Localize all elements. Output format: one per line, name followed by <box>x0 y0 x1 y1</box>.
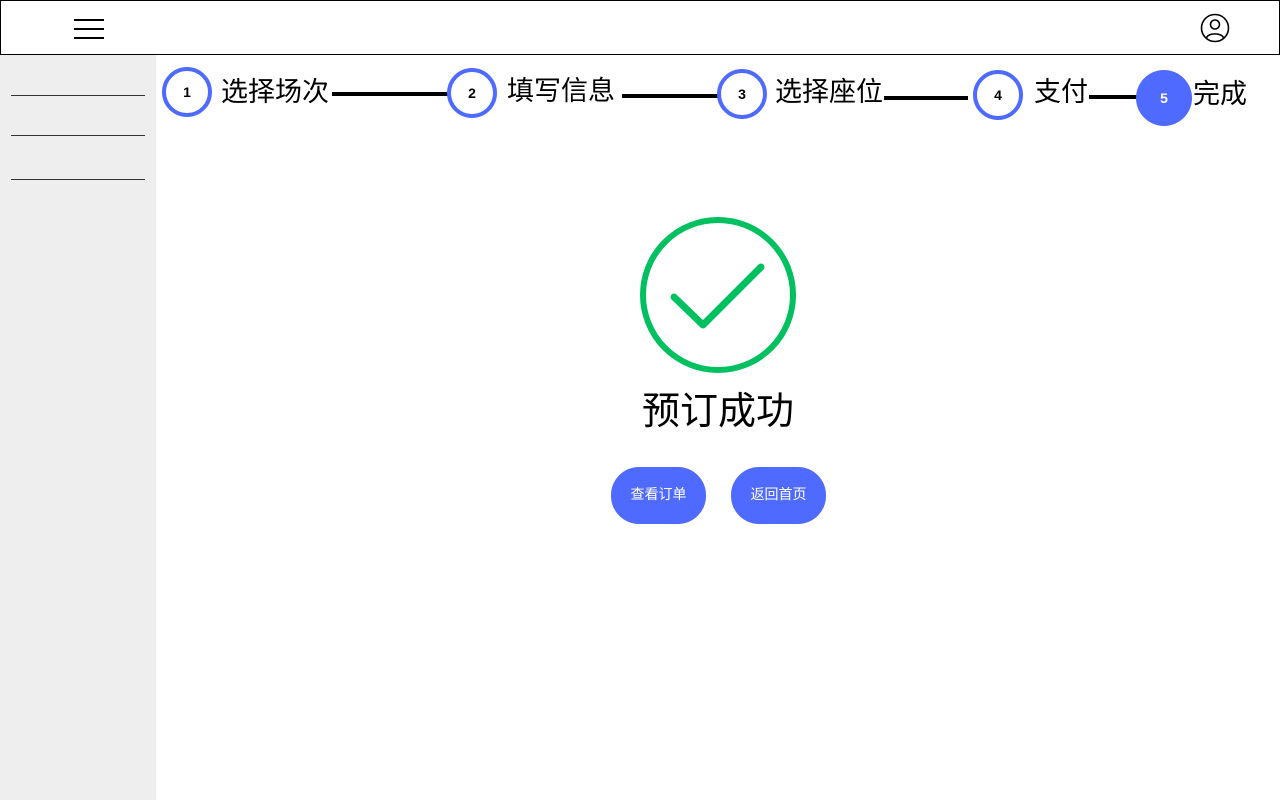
step-connector <box>1089 95 1139 99</box>
hamburger-menu-icon[interactable] <box>74 19 104 39</box>
step-1-circle: 1 <box>162 67 212 117</box>
step-connector <box>332 92 448 96</box>
sidebar-item-2[interactable] <box>11 135 145 136</box>
sidebar <box>0 55 156 800</box>
step-5-label: 完成 <box>1193 79 1247 110</box>
success-title: 预订成功 <box>641 389 794 433</box>
check-circle-icon <box>640 217 796 373</box>
step-connector <box>622 94 720 98</box>
step-3-label: 选择座位 <box>775 77 883 108</box>
step-2-circle: 2 <box>447 68 497 118</box>
sidebar-item-1[interactable] <box>11 95 145 96</box>
sidebar-item-3[interactable] <box>11 179 145 180</box>
view-order-button[interactable]: 查看订单 <box>611 467 706 524</box>
back-home-button[interactable]: 返回首页 <box>731 467 826 524</box>
step-connector <box>884 96 968 100</box>
step-4-label: 支付 <box>1034 77 1088 108</box>
step-2-label: 填写信息 <box>507 76 615 107</box>
step-1-label: 选择场次 <box>221 77 329 108</box>
top-bar <box>0 0 1280 55</box>
step-4-circle: 4 <box>973 70 1023 120</box>
user-avatar-icon[interactable] <box>1200 13 1230 43</box>
step-5-circle: 5 <box>1136 70 1192 126</box>
step-3-circle: 3 <box>717 69 767 119</box>
